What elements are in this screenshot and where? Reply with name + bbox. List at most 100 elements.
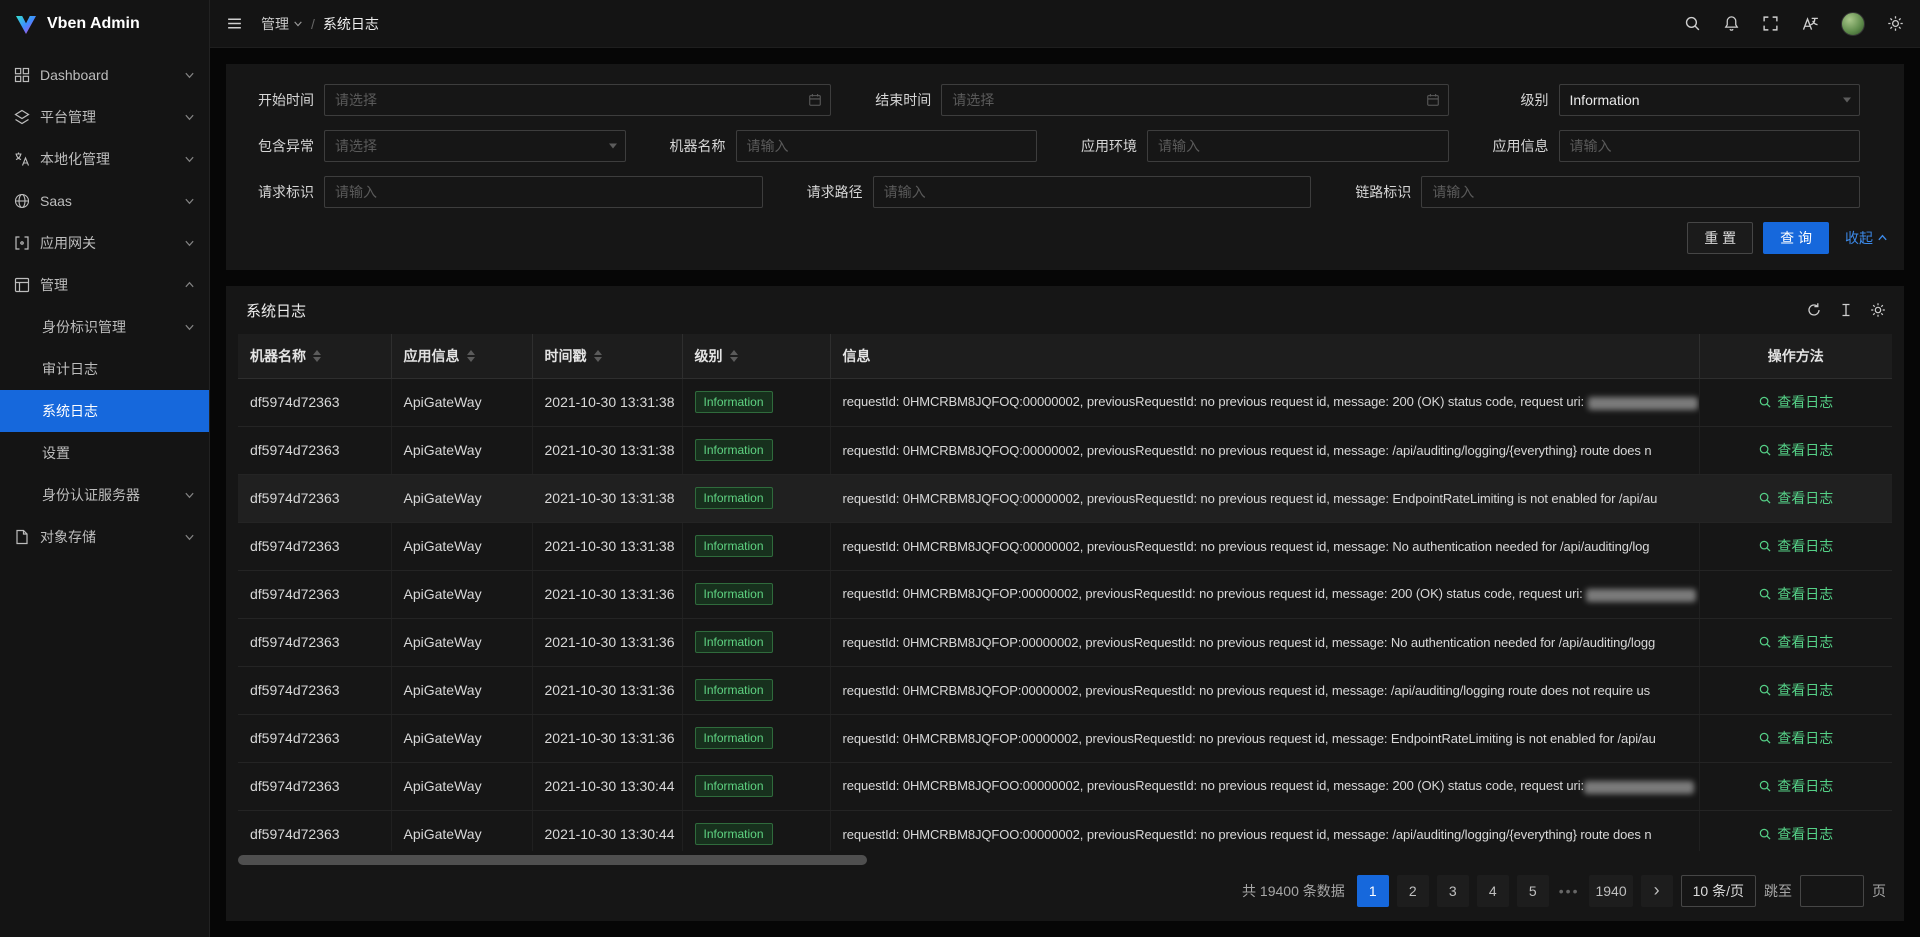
pagination-page-2[interactable]: 2 [1397,875,1429,907]
filter-field-trace-id: 链路标识 [1339,176,1888,208]
refresh-icon[interactable] [1806,302,1822,318]
cell-level: Information [682,426,830,474]
level-select[interactable] [1559,84,1861,116]
row-height-icon[interactable] [1838,302,1854,318]
field-label: 包含异常 [242,136,314,156]
machine-name-input[interactable] [736,130,1038,162]
view-log-link[interactable]: 查看日志 [1758,392,1833,412]
end-time-datepicker[interactable] [941,84,1448,116]
jump-page-input[interactable] [1800,875,1864,907]
sidebar-item-localization[interactable]: 本地化管理 [0,138,209,180]
view-log-link[interactable]: 查看日志 [1758,440,1833,460]
request-path-input[interactable] [873,176,1312,208]
menu-fold-icon[interactable] [226,15,243,32]
pagination-total: 共 19400 条数据 [1242,881,1345,901]
sidebar-item-manage[interactable]: 管理 [0,264,209,306]
filter-panel: 开始时间 结束时间 级别 [226,64,1904,270]
start-time-datepicker[interactable] [324,84,831,116]
search-button[interactable]: 查 询 [1763,222,1829,254]
scrollbar-thumb[interactable] [238,855,867,865]
cell-timestamp: 2021-10-30 13:31:38 [532,378,682,426]
chevron-right-icon: › [1654,881,1660,899]
pagination-ellipsis[interactable]: ••• [1557,883,1582,899]
sidebar-item-gateway[interactable]: 应用网关 [0,222,209,264]
magnifier-icon [1758,443,1772,457]
sort-icon[interactable] [313,350,321,362]
sidebar-item-auth-server[interactable]: 身份认证服务器 [0,474,209,516]
sidebar-item-audit-log[interactable]: 审计日志 [0,348,209,390]
logo[interactable]: Vben Admin [0,0,209,48]
search-icon[interactable] [1684,15,1701,32]
cell-action: 查看日志 [1699,618,1892,666]
sort-icon[interactable] [730,350,738,362]
reset-button[interactable]: 重 置 [1687,222,1753,254]
redacted-blur [1588,397,1698,410]
view-log-link[interactable]: 查看日志 [1758,488,1833,508]
cell-level: Information [682,618,830,666]
filter-field-machine-name: 机器名称 [654,130,1066,162]
cell-app-info: ApiGateWay [391,426,532,474]
cell-app-info: ApiGateWay [391,714,532,762]
page-size-select[interactable]: 10 条/页 [1681,875,1756,907]
col-level[interactable]: 级别 [682,334,830,378]
pagination-page-4[interactable]: 4 [1477,875,1509,907]
settings-gear-icon[interactable] [1887,15,1904,32]
translate-icon[interactable] [1801,15,1819,33]
pagination-page-3[interactable]: 3 [1437,875,1469,907]
app-env-input[interactable] [1147,130,1449,162]
column-settings-gear-icon[interactable] [1870,302,1886,318]
magnifier-icon [1758,587,1772,601]
view-log-link[interactable]: 查看日志 [1758,680,1833,700]
collapse-link[interactable]: 收起 [1845,228,1888,248]
localization-icon [14,151,30,167]
filter-field-request-id: 请求标识 [242,176,791,208]
table-title: 系统日志 [246,300,306,321]
sidebar-item-dashboard[interactable]: Dashboard [0,54,209,96]
level-badge: Information [695,775,773,797]
sort-icon[interactable] [594,350,602,362]
field-label: 应用信息 [1477,136,1549,156]
view-log-link[interactable]: 查看日志 [1758,728,1833,748]
fullscreen-icon[interactable] [1762,15,1779,32]
col-timestamp[interactable]: 时间戳 [532,334,682,378]
app-info-input[interactable] [1559,130,1861,162]
col-machine-name[interactable]: 机器名称 [238,334,391,378]
pagination-page-5[interactable]: 5 [1517,875,1549,907]
col-app-info[interactable]: 应用信息 [391,334,532,378]
pagination-next-button[interactable]: › [1641,875,1673,907]
view-log-link[interactable]: 查看日志 [1758,632,1833,652]
cell-message: requestId: 0HMCRBM8JQFOQ:00000002, previ… [830,522,1699,570]
sidebar-item-settings[interactable]: 设置 [0,432,209,474]
cell-machine-name: df5974d72363 [238,570,391,618]
include-exception-select[interactable] [324,130,626,162]
sidebar-item-object-storage[interactable]: 对象存储 [0,516,209,558]
cell-message: requestId: 0HMCRBM8JQFOQ:00000002, previ… [830,426,1699,474]
sort-icon[interactable] [467,350,475,362]
sidebar-item-saas[interactable]: Saas [0,180,209,222]
view-log-link[interactable]: 查看日志 [1758,776,1833,796]
breadcrumb-parent[interactable]: 管理 [261,14,303,34]
trace-id-input[interactable] [1421,176,1860,208]
cell-app-info: ApiGateWay [391,618,532,666]
sidebar-item-identity-management[interactable]: 身份标识管理 [0,306,209,348]
level-badge: Information [695,727,773,749]
user-avatar[interactable] [1841,12,1865,36]
notification-bell-icon[interactable] [1723,15,1740,32]
pagination-page-1[interactable]: 1 [1357,875,1389,907]
sidebar: Vben Admin Dashboard平台管理本地化管理Saas应用网关管理身… [0,0,210,937]
sidebar-item-platform[interactable]: 平台管理 [0,96,209,138]
field-label: 链路标识 [1339,182,1411,202]
view-log-link[interactable]: 查看日志 [1758,824,1833,844]
cell-action: 查看日志 [1699,426,1892,474]
cell-message: requestId: 0HMCRBM8JQFOO:00000002, previ… [830,810,1699,851]
table-tools [1806,302,1886,318]
pagination-page-last[interactable]: 1940 [1589,875,1632,907]
sidebar-item-system-log[interactable]: 系统日志 [0,390,209,432]
view-log-link[interactable]: 查看日志 [1758,536,1833,556]
request-id-input[interactable] [324,176,763,208]
cell-action: 查看日志 [1699,378,1892,426]
level-badge: Information [695,679,773,701]
cell-level: Information [682,810,830,851]
chevron-down-icon [184,532,195,542]
view-log-link[interactable]: 查看日志 [1758,584,1833,604]
